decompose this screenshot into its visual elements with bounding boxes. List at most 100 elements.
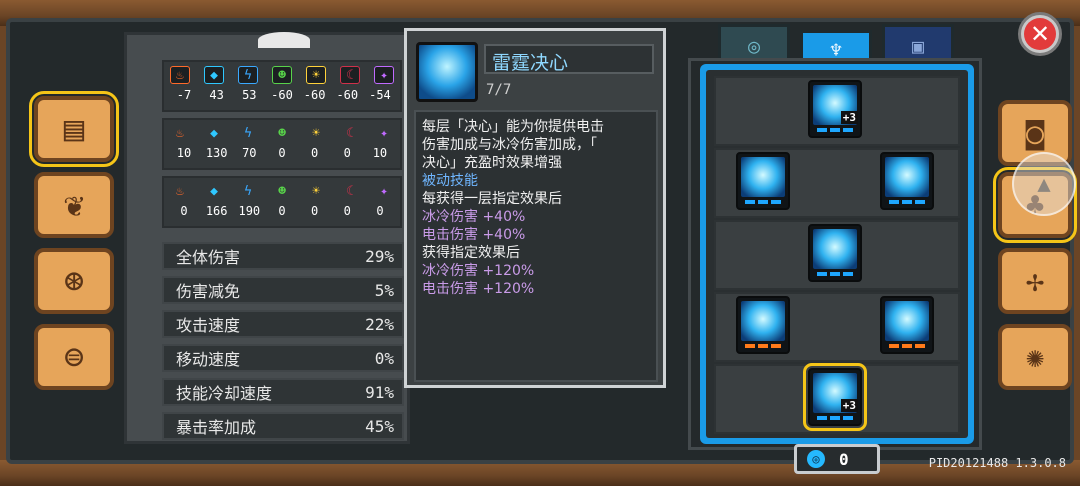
codex-book-button[interactable]: ▤ bbox=[29, 91, 119, 167]
res-value: -60 bbox=[336, 88, 359, 102]
desc-line: 每获得一层指定效果后 bbox=[422, 191, 562, 207]
res-value: 70 bbox=[242, 146, 257, 160]
desc-line: 每层「决心」能为你提供电击 bbox=[422, 119, 604, 135]
res-value: 0 bbox=[311, 204, 319, 218]
poison-icon: ☻ bbox=[278, 183, 286, 199]
desc-line: 决心」充盈时效果增强 bbox=[422, 155, 562, 171]
res-value: 0 bbox=[278, 146, 286, 160]
skill-node-frost-fist[interactable] bbox=[880, 296, 934, 354]
resistance-row-2: ♨ ◆ ϟ ☻ ☀ ☾ ✦ 10 130 70 0 0 0 10 bbox=[162, 118, 402, 170]
ice-icon: ◆ bbox=[210, 125, 218, 141]
node-bonus-badge: +3 bbox=[840, 399, 858, 412]
res-value: 0 bbox=[343, 204, 351, 218]
skill-point-icon: ◎ bbox=[807, 450, 825, 468]
stat-row-move-speed: 移动速度 0% bbox=[162, 344, 404, 372]
stat-value: 45% bbox=[365, 416, 394, 436]
desc-line: 获得指定效果后 bbox=[422, 245, 520, 261]
gear-icon: ✺ bbox=[1025, 339, 1045, 375]
skill-point-amount: 0 bbox=[839, 449, 849, 469]
lightning-icon: ϟ bbox=[238, 66, 258, 84]
dark-icon: ☾ bbox=[346, 183, 354, 199]
res-value: 43 bbox=[209, 88, 224, 102]
stat-row-cooldown: 技能冷却速度 91% bbox=[162, 378, 404, 406]
desc-line: 冰冷伤害 +40% bbox=[422, 209, 526, 225]
items-button[interactable]: ⊛ bbox=[34, 248, 114, 314]
version-label: PID20121488 1.3.0.8 bbox=[928, 456, 1066, 470]
resistance-row-3: ♨ ◆ ϟ ☻ ☀ ☾ ✦ 0 166 190 0 0 0 0 bbox=[162, 176, 402, 228]
skill-name: 雷霆决心 bbox=[484, 44, 654, 74]
fire-icon: ♨ bbox=[176, 183, 184, 199]
res-value: 190 bbox=[238, 204, 261, 218]
res-value: 0 bbox=[278, 204, 286, 218]
desc-line: 伤害加成与冰冷伤害加成，「 bbox=[422, 137, 597, 153]
skill-points: ◎ 0 bbox=[794, 444, 880, 474]
res-value: -60 bbox=[271, 88, 293, 102]
shield-tab-icon: ▣ bbox=[911, 33, 925, 58]
stat-value: 91% bbox=[365, 382, 394, 402]
stat-row-attack-speed: 攻击速度 22% bbox=[162, 310, 404, 338]
compass-icon: ✢ bbox=[1025, 263, 1045, 299]
stat-label: 技能冷却速度 bbox=[176, 384, 273, 403]
skill-node-lightning-strike[interactable] bbox=[736, 296, 790, 354]
poison-icon: ☻ bbox=[272, 66, 292, 84]
stat-row-damage-reduction: 伤害减免 5% bbox=[162, 276, 404, 304]
thunder-resolve-skill-icon bbox=[416, 42, 478, 102]
stat-value: 0% bbox=[374, 348, 394, 368]
wheel-icon: ⊜ bbox=[63, 337, 85, 377]
stat-label: 暴击率加成 bbox=[176, 418, 257, 437]
res-value: 53 bbox=[242, 88, 257, 102]
up-arrow-icon: ▲ bbox=[1037, 171, 1051, 197]
desc-line: 冰冷伤害 +120% bbox=[422, 263, 535, 279]
res-value: -7 bbox=[176, 88, 192, 102]
desc-line: 电击伤害 +40% bbox=[422, 227, 526, 243]
stat-value: 29% bbox=[365, 246, 394, 266]
floating-assist-button[interactable]: ▲ bbox=[1012, 152, 1076, 216]
res-value: -54 bbox=[369, 88, 391, 102]
skill-node-storm[interactable] bbox=[880, 152, 934, 210]
orbs-icon: ⊛ bbox=[63, 261, 85, 301]
map-button[interactable]: ❦ bbox=[34, 172, 114, 238]
res-value: 10 bbox=[176, 146, 192, 160]
skill-node-ice-blade[interactable]: +3 bbox=[808, 80, 862, 138]
skill-node-thunder-resolve[interactable]: +3 bbox=[803, 363, 867, 431]
resistance-row-1: ♨ ◆ ϟ ☻ ☀ ☾ ✦ -7 43 53 -60 -60 -60 -54 bbox=[162, 60, 402, 112]
stat-label: 攻击速度 bbox=[176, 316, 241, 335]
wheel-button[interactable]: ⊜ bbox=[34, 324, 114, 390]
settings-button[interactable]: ✺ bbox=[998, 324, 1072, 390]
stat-value: 5% bbox=[374, 280, 394, 300]
skill-node-ice-shield[interactable] bbox=[808, 224, 862, 282]
skill-node-frost-nova[interactable] bbox=[736, 152, 790, 210]
desc-line: 电击伤害 +120% bbox=[422, 281, 535, 297]
res-value: 0 bbox=[311, 146, 319, 160]
lightning-icon: ϟ bbox=[244, 125, 252, 141]
res-value: 10 bbox=[372, 146, 388, 160]
arcane-icon: ✦ bbox=[380, 183, 388, 199]
stats-panel-tab[interactable] bbox=[258, 32, 310, 48]
talent-button[interactable]: ✢ bbox=[998, 248, 1072, 314]
frost-nova-skill-icon bbox=[741, 157, 785, 197]
ice-icon: ◆ bbox=[210, 183, 218, 199]
close-icon: ✕ bbox=[1024, 18, 1056, 50]
node-bonus-badge: +3 bbox=[840, 111, 858, 124]
light-icon: ☀ bbox=[312, 125, 320, 141]
stat-label: 伤害减免 bbox=[176, 282, 241, 301]
ice-shield-skill-icon bbox=[813, 229, 857, 269]
storm-skill-icon bbox=[885, 157, 929, 197]
light-icon: ☀ bbox=[306, 66, 326, 84]
dark-icon: ☾ bbox=[346, 125, 354, 141]
fire-icon: ♨ bbox=[170, 66, 190, 84]
light-icon: ☀ bbox=[312, 183, 320, 199]
frost-fist-skill-icon bbox=[885, 301, 929, 341]
stat-label: 移动速度 bbox=[176, 350, 241, 369]
res-value: 166 bbox=[205, 204, 228, 218]
res-value: 0 bbox=[376, 204, 384, 218]
lightning-icon: ϟ bbox=[244, 183, 252, 199]
stat-label: 全体伤害 bbox=[176, 248, 241, 267]
arcane-icon: ✦ bbox=[374, 66, 394, 84]
map-icon: ❦ bbox=[63, 185, 85, 225]
skill-description: 每层「决心」能为你提供电击 伤害加成与冰冷伤害加成，「 决心」充盈时效果增强 被… bbox=[414, 110, 658, 382]
stat-row-total-damage: 全体伤害 29% bbox=[162, 242, 404, 270]
res-value: 0 bbox=[180, 204, 188, 218]
ice-tab-icon: ◎ bbox=[747, 33, 761, 58]
close-button[interactable]: ✕ bbox=[1018, 12, 1062, 56]
